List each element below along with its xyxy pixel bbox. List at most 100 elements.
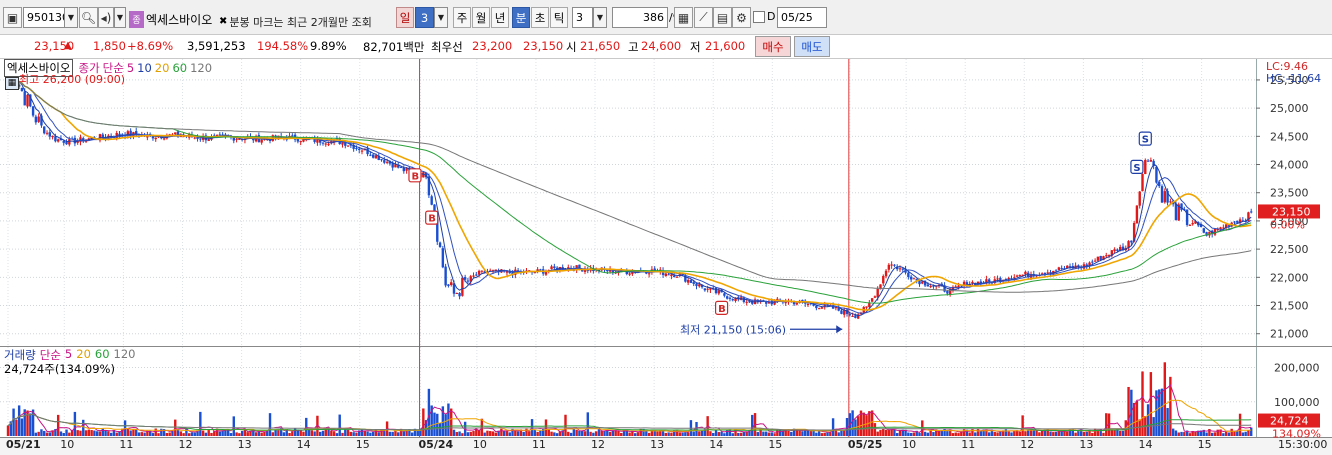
legend-ma10: 10	[137, 61, 152, 75]
volume-bar	[837, 432, 840, 436]
save-icon[interactable]: ▤	[713, 7, 732, 28]
candle-body	[921, 281, 924, 284]
period-second-button[interactable]: 초	[531, 7, 549, 28]
candle-body	[1250, 211, 1253, 213]
period-month-button[interactable]: 월	[472, 7, 490, 28]
volume-bar	[762, 431, 765, 436]
stock-name-box[interactable]: 종 엑세스바이오	[129, 9, 212, 30]
period-year-button[interactable]: 년	[491, 7, 509, 28]
candle-body	[34, 116, 38, 123]
candle-body	[996, 278, 999, 280]
x-axis-area	[0, 437, 1332, 455]
candle-body	[1191, 223, 1194, 225]
volume-bar	[996, 432, 999, 436]
stock-code-input[interactable]: 950130	[23, 7, 69, 28]
candle-body	[260, 139, 263, 143]
settings-gear-icon[interactable]: ⚙	[732, 7, 751, 28]
volume-bar	[402, 431, 406, 436]
price-tick-label: 24,000	[1270, 159, 1309, 172]
period-week-button[interactable]: 주	[453, 7, 471, 28]
candle-body	[56, 139, 60, 142]
period-day-count-input[interactable]: 3	[415, 7, 434, 28]
quote-bar: 23,150 ▲ 1,850 +8.69% 3,591,253 194.58% …	[0, 35, 1332, 59]
interval-input[interactable]: 3	[572, 7, 593, 28]
volume-bar	[1171, 428, 1175, 436]
period-tick-button[interactable]: 틱	[550, 7, 568, 28]
volume-bar	[937, 431, 941, 436]
candle-body	[51, 135, 54, 138]
period-minute-button[interactable]: 분	[512, 7, 530, 28]
candle-chart[interactable]: 21,00021,50022,00022,50023,00023,50024,0…	[0, 59, 1332, 455]
price-tick-label: 24,500	[1270, 130, 1309, 143]
candle-body	[893, 264, 896, 266]
candle-body	[692, 282, 695, 284]
candle-body	[26, 94, 29, 107]
volume-bar	[352, 432, 355, 436]
volume-bar	[592, 432, 595, 436]
volume-bar	[737, 432, 740, 436]
volume-bar	[502, 431, 506, 436]
volume-bar	[1210, 432, 1214, 436]
candle-body	[380, 159, 383, 161]
candle-body	[848, 314, 852, 316]
volume-bar	[896, 433, 899, 436]
volume-bar	[686, 432, 690, 436]
candle-body	[929, 286, 932, 288]
candle-body	[23, 91, 26, 106]
period-day-dropdown[interactable]: ▼	[434, 7, 448, 28]
date-input[interactable]: 05/25	[777, 7, 827, 28]
volume-bar	[1093, 428, 1097, 436]
volume-bar	[840, 430, 843, 436]
period-day-button[interactable]: 일	[396, 7, 414, 28]
volume-bar	[528, 431, 531, 436]
volume-bar	[572, 428, 576, 436]
volume-bar	[589, 431, 592, 436]
candle-body	[1099, 255, 1102, 261]
sound-dropdown[interactable]: ▼	[114, 7, 126, 28]
volume-bar	[700, 430, 704, 436]
candle-body	[1096, 256, 1100, 261]
candle-body	[20, 87, 24, 92]
sound-icon[interactable]: ◂)	[98, 7, 114, 28]
sell-button[interactable]: 매도	[794, 36, 830, 57]
volume-bar	[553, 432, 556, 436]
time-label: 05/24	[419, 438, 454, 451]
volume-bar	[773, 433, 776, 436]
buy-button[interactable]: 매수	[755, 36, 791, 57]
period-year-label: 년	[494, 10, 506, 25]
volume-bar	[692, 431, 695, 436]
chart-area[interactable]: 21,000 21,500 22,000 22,500 23,000 23,500 24,0…	[0, 59, 1332, 455]
current-volume-pct: 134.09%	[1272, 428, 1321, 441]
change-percent: +8.69%	[127, 39, 174, 53]
stock-code-dropdown[interactable]: ▼	[64, 7, 78, 28]
candle-body	[450, 282, 453, 286]
grid-tool-icon[interactable]: ▦	[674, 7, 693, 28]
interval-dropdown[interactable]: ▼	[593, 7, 607, 28]
volume-bar	[801, 431, 804, 436]
candle-body	[714, 287, 718, 294]
volume-bar	[79, 430, 82, 436]
line-tool-icon[interactable]: ⟋	[694, 7, 713, 28]
time-label: 05/21	[6, 438, 41, 451]
candle-body	[45, 132, 49, 134]
legend-ma120: 120	[190, 61, 213, 75]
data-count-input[interactable]: 386	[612, 7, 668, 28]
best-bid: 23,150	[523, 39, 564, 53]
volume-bar	[1038, 432, 1041, 436]
volume-bar	[1244, 431, 1247, 436]
date-checkbox[interactable]	[753, 11, 765, 23]
high-label: 고	[628, 40, 639, 54]
candle-body	[840, 310, 843, 314]
chart-menu-icon[interactable]: ▦	[5, 77, 19, 90]
volume-bar	[770, 432, 773, 436]
candle-body	[703, 288, 707, 291]
candle-body	[918, 280, 921, 285]
time-label: 15	[768, 438, 782, 451]
volume-bar	[1082, 431, 1086, 436]
volume-tick-label: 200,000	[1274, 362, 1320, 375]
search-icon[interactable]: 🔍︎	[79, 7, 98, 28]
volume-bar	[483, 432, 486, 436]
layout-icon[interactable]: ▣	[3, 7, 22, 28]
volume-bar	[1040, 430, 1044, 436]
volume-bar	[539, 430, 542, 436]
